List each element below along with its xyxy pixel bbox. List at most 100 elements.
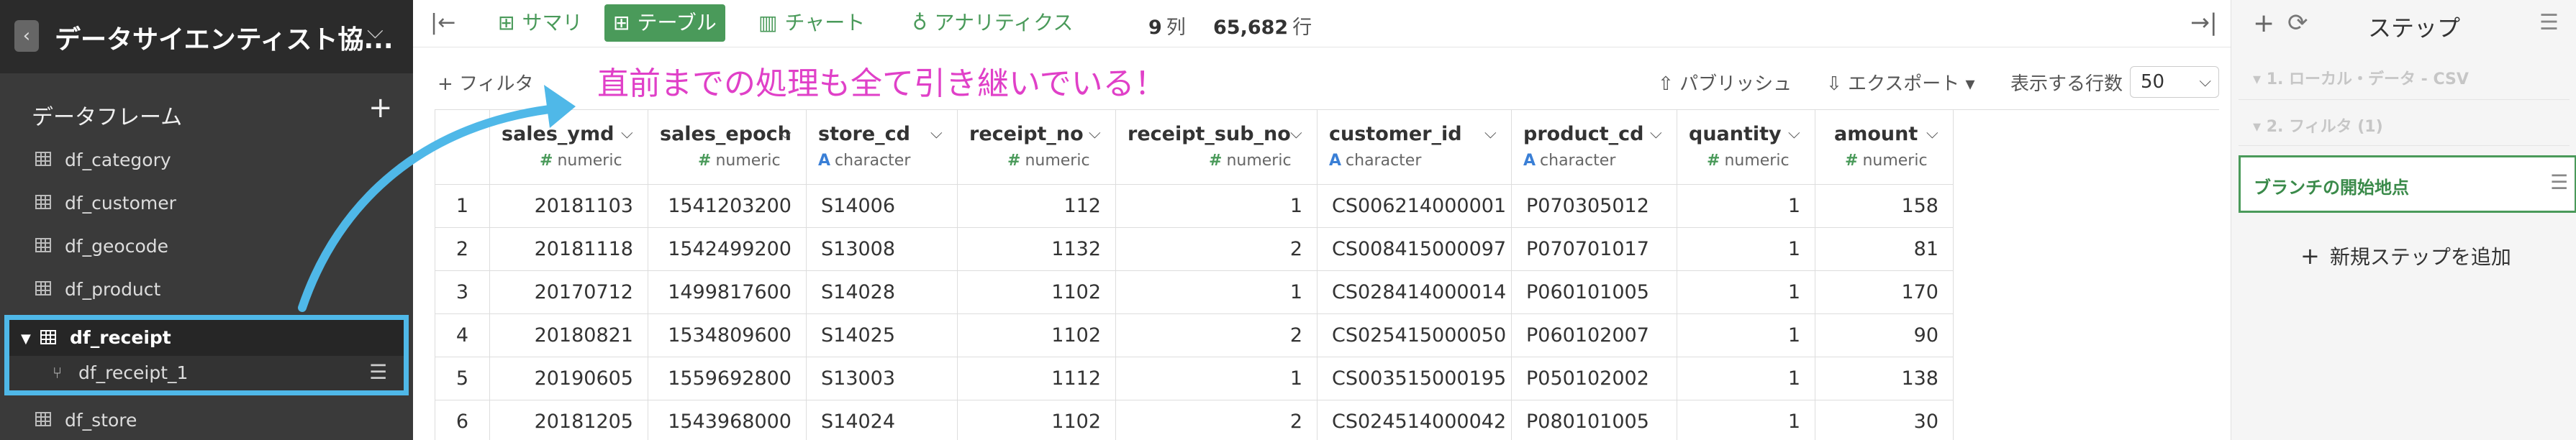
back-icon[interactable]: ‹ bbox=[14, 20, 39, 52]
table-cell[interactable]: S13003 bbox=[807, 357, 958, 400]
add-filter-button[interactable]: + フィルタ bbox=[437, 69, 534, 96]
table-cell[interactable]: 1 bbox=[1116, 271, 1318, 314]
active-step-branch-start[interactable]: ブランチの開始地点 ☰ bbox=[2239, 155, 2576, 213]
table-cell[interactable]: P080101005 bbox=[1512, 400, 1677, 440]
column-header[interactable]: customer_id ⌵ Acharacter bbox=[1318, 110, 1512, 185]
add-new-step-button[interactable]: + 新規ステップを追加 bbox=[2300, 242, 2511, 270]
table-cell[interactable]: 170 bbox=[1815, 271, 1954, 314]
table-cell[interactable]: CS024514000042 bbox=[1318, 400, 1512, 440]
table-cell[interactable]: 1102 bbox=[958, 314, 1116, 357]
column-header[interactable]: quantity ⌵ # numeric bbox=[1677, 110, 1815, 185]
table-cell[interactable]: 30 bbox=[1815, 400, 1954, 440]
table-cell[interactable]: 20190605 bbox=[490, 357, 648, 400]
column-header[interactable]: receipt_no ⌵ # numeric bbox=[958, 110, 1116, 185]
chevron-down-icon[interactable]: ⌵ bbox=[1788, 124, 1800, 142]
table-cell[interactable]: 20180821 bbox=[490, 314, 648, 357]
refresh-icon[interactable]: ⟳ bbox=[2287, 9, 2308, 37]
tab-analytics[interactable]: ♁ アナリティクス bbox=[904, 4, 1081, 42]
table-cell[interactable]: 2 bbox=[1116, 400, 1318, 440]
export-button[interactable]: ⇩ エクスポート ▾ bbox=[1826, 69, 1975, 96]
chevron-down-icon[interactable]: ⌵ bbox=[1484, 124, 1497, 142]
table-cell[interactable]: 1559692800 bbox=[648, 357, 807, 400]
table-cell[interactable]: CS025415000050 bbox=[1318, 314, 1512, 357]
table-cell[interactable]: P050102002 bbox=[1512, 357, 1677, 400]
sidebar-item-dataframe[interactable]: df_store bbox=[0, 400, 413, 440]
tab-summary[interactable]: ⊞ サマリ bbox=[489, 4, 591, 42]
table-cell[interactable]: 1 bbox=[1677, 357, 1815, 400]
chevron-down-icon[interactable]: ⌵ bbox=[1089, 124, 1101, 142]
hamburger-menu-icon[interactable]: ☰ bbox=[2539, 10, 2559, 35]
table-cell[interactable]: 20181205 bbox=[490, 400, 648, 440]
table-cell[interactable]: 138 bbox=[1815, 357, 1954, 400]
hamburger-menu-icon[interactable]: ☰ bbox=[2550, 170, 2568, 194]
table-cell[interactable]: 90 bbox=[1815, 314, 1954, 357]
table-cell[interactable]: S14028 bbox=[807, 271, 958, 314]
table-cell[interactable]: 81 bbox=[1815, 228, 1954, 271]
table-cell[interactable]: 1 bbox=[1116, 357, 1318, 400]
add-dataframe-icon[interactable]: + bbox=[368, 93, 393, 122]
table-cell[interactable]: S13008 bbox=[807, 228, 958, 271]
table-cell[interactable]: CS008415000097 bbox=[1318, 228, 1512, 271]
table-cell[interactable]: 1542499200 bbox=[648, 228, 807, 271]
table-cell[interactable]: P060102007 bbox=[1512, 314, 1677, 357]
table-cell[interactable]: 1 bbox=[1677, 314, 1815, 357]
table-cell[interactable]: P070701017 bbox=[1512, 228, 1677, 271]
step-item[interactable]: ▾ 2. フィルタ (1) bbox=[2253, 114, 2383, 137]
chevron-down-icon[interactable]: ⌵ bbox=[367, 19, 384, 44]
table-cell[interactable]: 158 bbox=[1815, 185, 1954, 228]
collapse-right-panel-icon[interactable]: →| bbox=[2190, 9, 2218, 36]
table-cell[interactable]: 1 bbox=[1677, 400, 1815, 440]
chevron-down-icon[interactable]: ⌵ bbox=[1650, 124, 1662, 142]
table-cell[interactable]: 1102 bbox=[958, 271, 1116, 314]
table-cell[interactable]: CS003515000195 bbox=[1318, 357, 1512, 400]
publish-button[interactable]: ⇧ パブリッシュ bbox=[1658, 69, 1792, 96]
sidebar-item-df-receipt[interactable]: ▼ df_receipt bbox=[9, 320, 404, 356]
collapse-sidebar-icon[interactable]: |← bbox=[430, 10, 455, 35]
caret-down-icon[interactable]: ▼ bbox=[21, 331, 31, 347]
chevron-down-icon[interactable]: ⌵ bbox=[1290, 124, 1302, 142]
table-cell[interactable]: 20170712 bbox=[490, 271, 648, 314]
table-cell[interactable]: S14006 bbox=[807, 185, 958, 228]
table-cell[interactable]: 2 bbox=[1116, 228, 1318, 271]
table-cell[interactable]: P070305012 bbox=[1512, 185, 1677, 228]
table-cell[interactable]: 1132 bbox=[958, 228, 1116, 271]
sidebar-item-df-receipt-branch[interactable]: ⑂ df_receipt_1 ☰ bbox=[9, 356, 404, 390]
table-cell[interactable]: 1 bbox=[1677, 271, 1815, 314]
chevron-down-icon[interactable]: ⌵ bbox=[1926, 124, 1938, 142]
table-cell[interactable]: 2 bbox=[1116, 314, 1318, 357]
table-cell[interactable]: CS028414000014 bbox=[1318, 271, 1512, 314]
table-cell[interactable]: 1112 bbox=[958, 357, 1116, 400]
sidebar-item-dataframe[interactable]: df_category bbox=[0, 139, 413, 181]
table-cell[interactable]: 1 bbox=[1677, 185, 1815, 228]
table-cell[interactable]: 20181118 bbox=[490, 228, 648, 271]
table-cell[interactable]: 1534809600 bbox=[648, 314, 807, 357]
table-cell[interactable]: 1543968000 bbox=[648, 400, 807, 440]
table-cell[interactable]: 1541203200 bbox=[648, 185, 807, 228]
table-cell[interactable]: 1102 bbox=[958, 400, 1116, 440]
project-title[interactable]: データサイエンティスト協... bbox=[55, 19, 394, 56]
table-cell[interactable]: 112 bbox=[958, 185, 1116, 228]
sidebar-item-dataframe[interactable]: df_product bbox=[0, 269, 413, 311]
table-cell[interactable]: P060101005 bbox=[1512, 271, 1677, 314]
column-header[interactable]: receipt_sub_no ⌵ # numeric bbox=[1116, 110, 1318, 185]
chevron-down-icon[interactable]: ⌵ bbox=[779, 124, 792, 142]
tab-chart[interactable]: ▥ チャート bbox=[750, 4, 874, 42]
table-cell[interactable]: CS006214000001 bbox=[1318, 185, 1512, 228]
column-header[interactable]: product_cd ⌵ Acharacter bbox=[1512, 110, 1677, 185]
column-header[interactable]: amount ⌵ # numeric bbox=[1815, 110, 1954, 185]
table-cell[interactable]: 20181103 bbox=[490, 185, 648, 228]
sidebar-item-dataframe[interactable]: df_customer bbox=[0, 183, 413, 224]
table-cell[interactable]: 1 bbox=[1116, 185, 1318, 228]
add-step-icon[interactable]: + bbox=[2253, 9, 2275, 38]
chevron-down-icon[interactable]: ⌵ bbox=[621, 124, 633, 142]
column-header[interactable]: store_cd ⌵ Acharacter bbox=[807, 110, 958, 185]
table-cell[interactable]: S14024 bbox=[807, 400, 958, 440]
rows-to-show-select[interactable]: 50 ⌵ bbox=[2130, 66, 2219, 98]
chevron-down-icon[interactable]: ⌵ bbox=[930, 124, 943, 142]
tab-table[interactable]: ⊞ テーブル bbox=[604, 4, 725, 42]
hamburger-menu-icon[interactable]: ☰ bbox=[369, 360, 387, 384]
column-header[interactable]: sales_ymd ⌵ # numeric bbox=[490, 110, 648, 185]
step-item[interactable]: ▾ 1. ローカル・データ - CSV bbox=[2253, 66, 2469, 89]
sidebar-item-dataframe[interactable]: df_geocode bbox=[0, 226, 413, 267]
table-cell[interactable]: 1 bbox=[1677, 228, 1815, 271]
